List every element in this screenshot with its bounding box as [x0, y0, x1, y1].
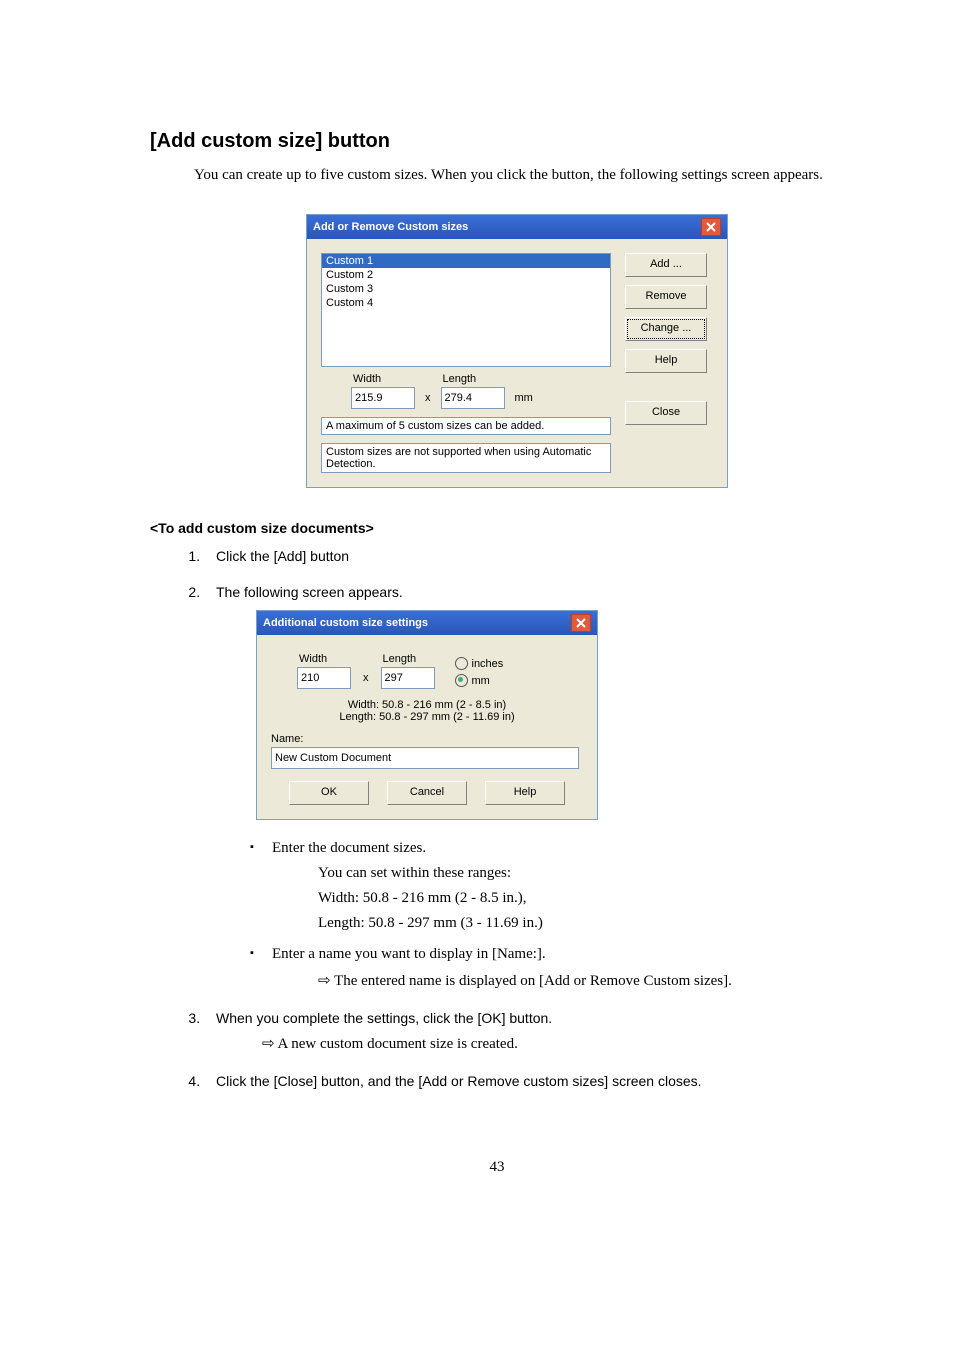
- custom-size-listbox[interactable]: Custom 1 Custom 2 Custom 3 Custom 4: [321, 253, 611, 367]
- width-range: Width: 50.8 - 216 mm (2 - 8.5 in): [271, 699, 583, 711]
- width-input[interactable]: [297, 667, 351, 689]
- inches-label: inches: [472, 658, 504, 670]
- bullet-1b: Width: 50.8 - 216 mm (2 - 8.5 in.),: [318, 890, 844, 907]
- remove-button[interactable]: Remove: [625, 285, 707, 309]
- change-button[interactable]: Change ...: [625, 317, 707, 341]
- width-input[interactable]: [351, 387, 415, 409]
- bullet-1: Enter the document sizes. You can set wi…: [250, 840, 844, 932]
- dialog2-title: Additional custom size settings: [263, 617, 428, 629]
- bullet-2-sub: The entered name is displayed on [Add or…: [318, 971, 844, 990]
- step-4: Click the [Close] button, and the [Add o…: [204, 1073, 844, 1089]
- close-icon[interactable]: [701, 218, 721, 236]
- add-button[interactable]: Add ...: [625, 253, 707, 277]
- x-label: x: [363, 658, 369, 684]
- bullet-1-text: Enter the document sizes.: [272, 840, 426, 856]
- mm-label: mm: [472, 675, 490, 687]
- bullet-2: Enter a name you want to display in [Nam…: [250, 946, 844, 990]
- step-2-text: The following screen appears.: [216, 584, 403, 600]
- length-input[interactable]: [381, 667, 435, 689]
- list-item[interactable]: Custom 4: [322, 296, 610, 310]
- width-label: Width: [353, 373, 381, 385]
- inches-radio[interactable]: inches: [455, 657, 504, 670]
- sub-heading: <To add custom size documents>: [150, 520, 844, 536]
- bullet-2-text: Enter a name you want to display in [Nam…: [272, 946, 546, 962]
- length-input[interactable]: [441, 387, 505, 409]
- radio-icon: [455, 657, 468, 670]
- ok-button[interactable]: OK: [289, 781, 369, 805]
- step-3: When you complete the settings, click th…: [204, 1010, 844, 1053]
- list-item[interactable]: Custom 1: [322, 254, 610, 268]
- add-remove-dialog: Add or Remove Custom sizes Custom 1 Cust…: [306, 214, 728, 488]
- close-button[interactable]: Close: [625, 401, 707, 425]
- additional-settings-dialog: Additional custom size settings Width x …: [256, 610, 598, 820]
- width-label: Width: [299, 653, 327, 665]
- name-input[interactable]: [271, 747, 579, 769]
- bullet-1c: Length: 50.8 - 297 mm (3 - 11.69 in.): [318, 915, 844, 932]
- info-line-2: Custom sizes are not supported when usin…: [321, 443, 611, 473]
- length-label: Length: [443, 373, 477, 385]
- help-button[interactable]: Help: [485, 781, 565, 805]
- page-number: 43: [150, 1159, 844, 1176]
- name-label: Name:: [271, 733, 583, 745]
- step-3-text: When you complete the settings, click th…: [216, 1010, 552, 1026]
- length-range: Length: 50.8 - 297 mm (2 - 11.69 in): [271, 711, 583, 723]
- list-item[interactable]: Custom 3: [322, 282, 610, 296]
- steps-list: Click the [Add] button The following scr…: [204, 548, 844, 1089]
- dialog1-title: Add or Remove Custom sizes: [313, 221, 468, 233]
- mm-radio[interactable]: mm: [455, 674, 504, 687]
- info-line-1: A maximum of 5 custom sizes can be added…: [321, 417, 611, 435]
- close-icon[interactable]: [571, 614, 591, 632]
- step-3-sub: A new custom document size is created.: [262, 1034, 844, 1053]
- x-label: x: [425, 378, 431, 404]
- unit-label: mm: [515, 378, 533, 404]
- step-1: Click the [Add] button: [204, 548, 844, 564]
- bullet-1a: You can set within these ranges:: [318, 865, 844, 882]
- radio-icon: [455, 674, 468, 687]
- step-2: The following screen appears. Additional…: [204, 584, 844, 990]
- page-heading: [Add custom size] button: [150, 130, 844, 153]
- cancel-button[interactable]: Cancel: [387, 781, 467, 805]
- help-button[interactable]: Help: [625, 349, 707, 373]
- intro-text: You can create up to five custom sizes. …: [194, 167, 844, 184]
- list-item[interactable]: Custom 2: [322, 268, 610, 282]
- length-label: Length: [383, 653, 417, 665]
